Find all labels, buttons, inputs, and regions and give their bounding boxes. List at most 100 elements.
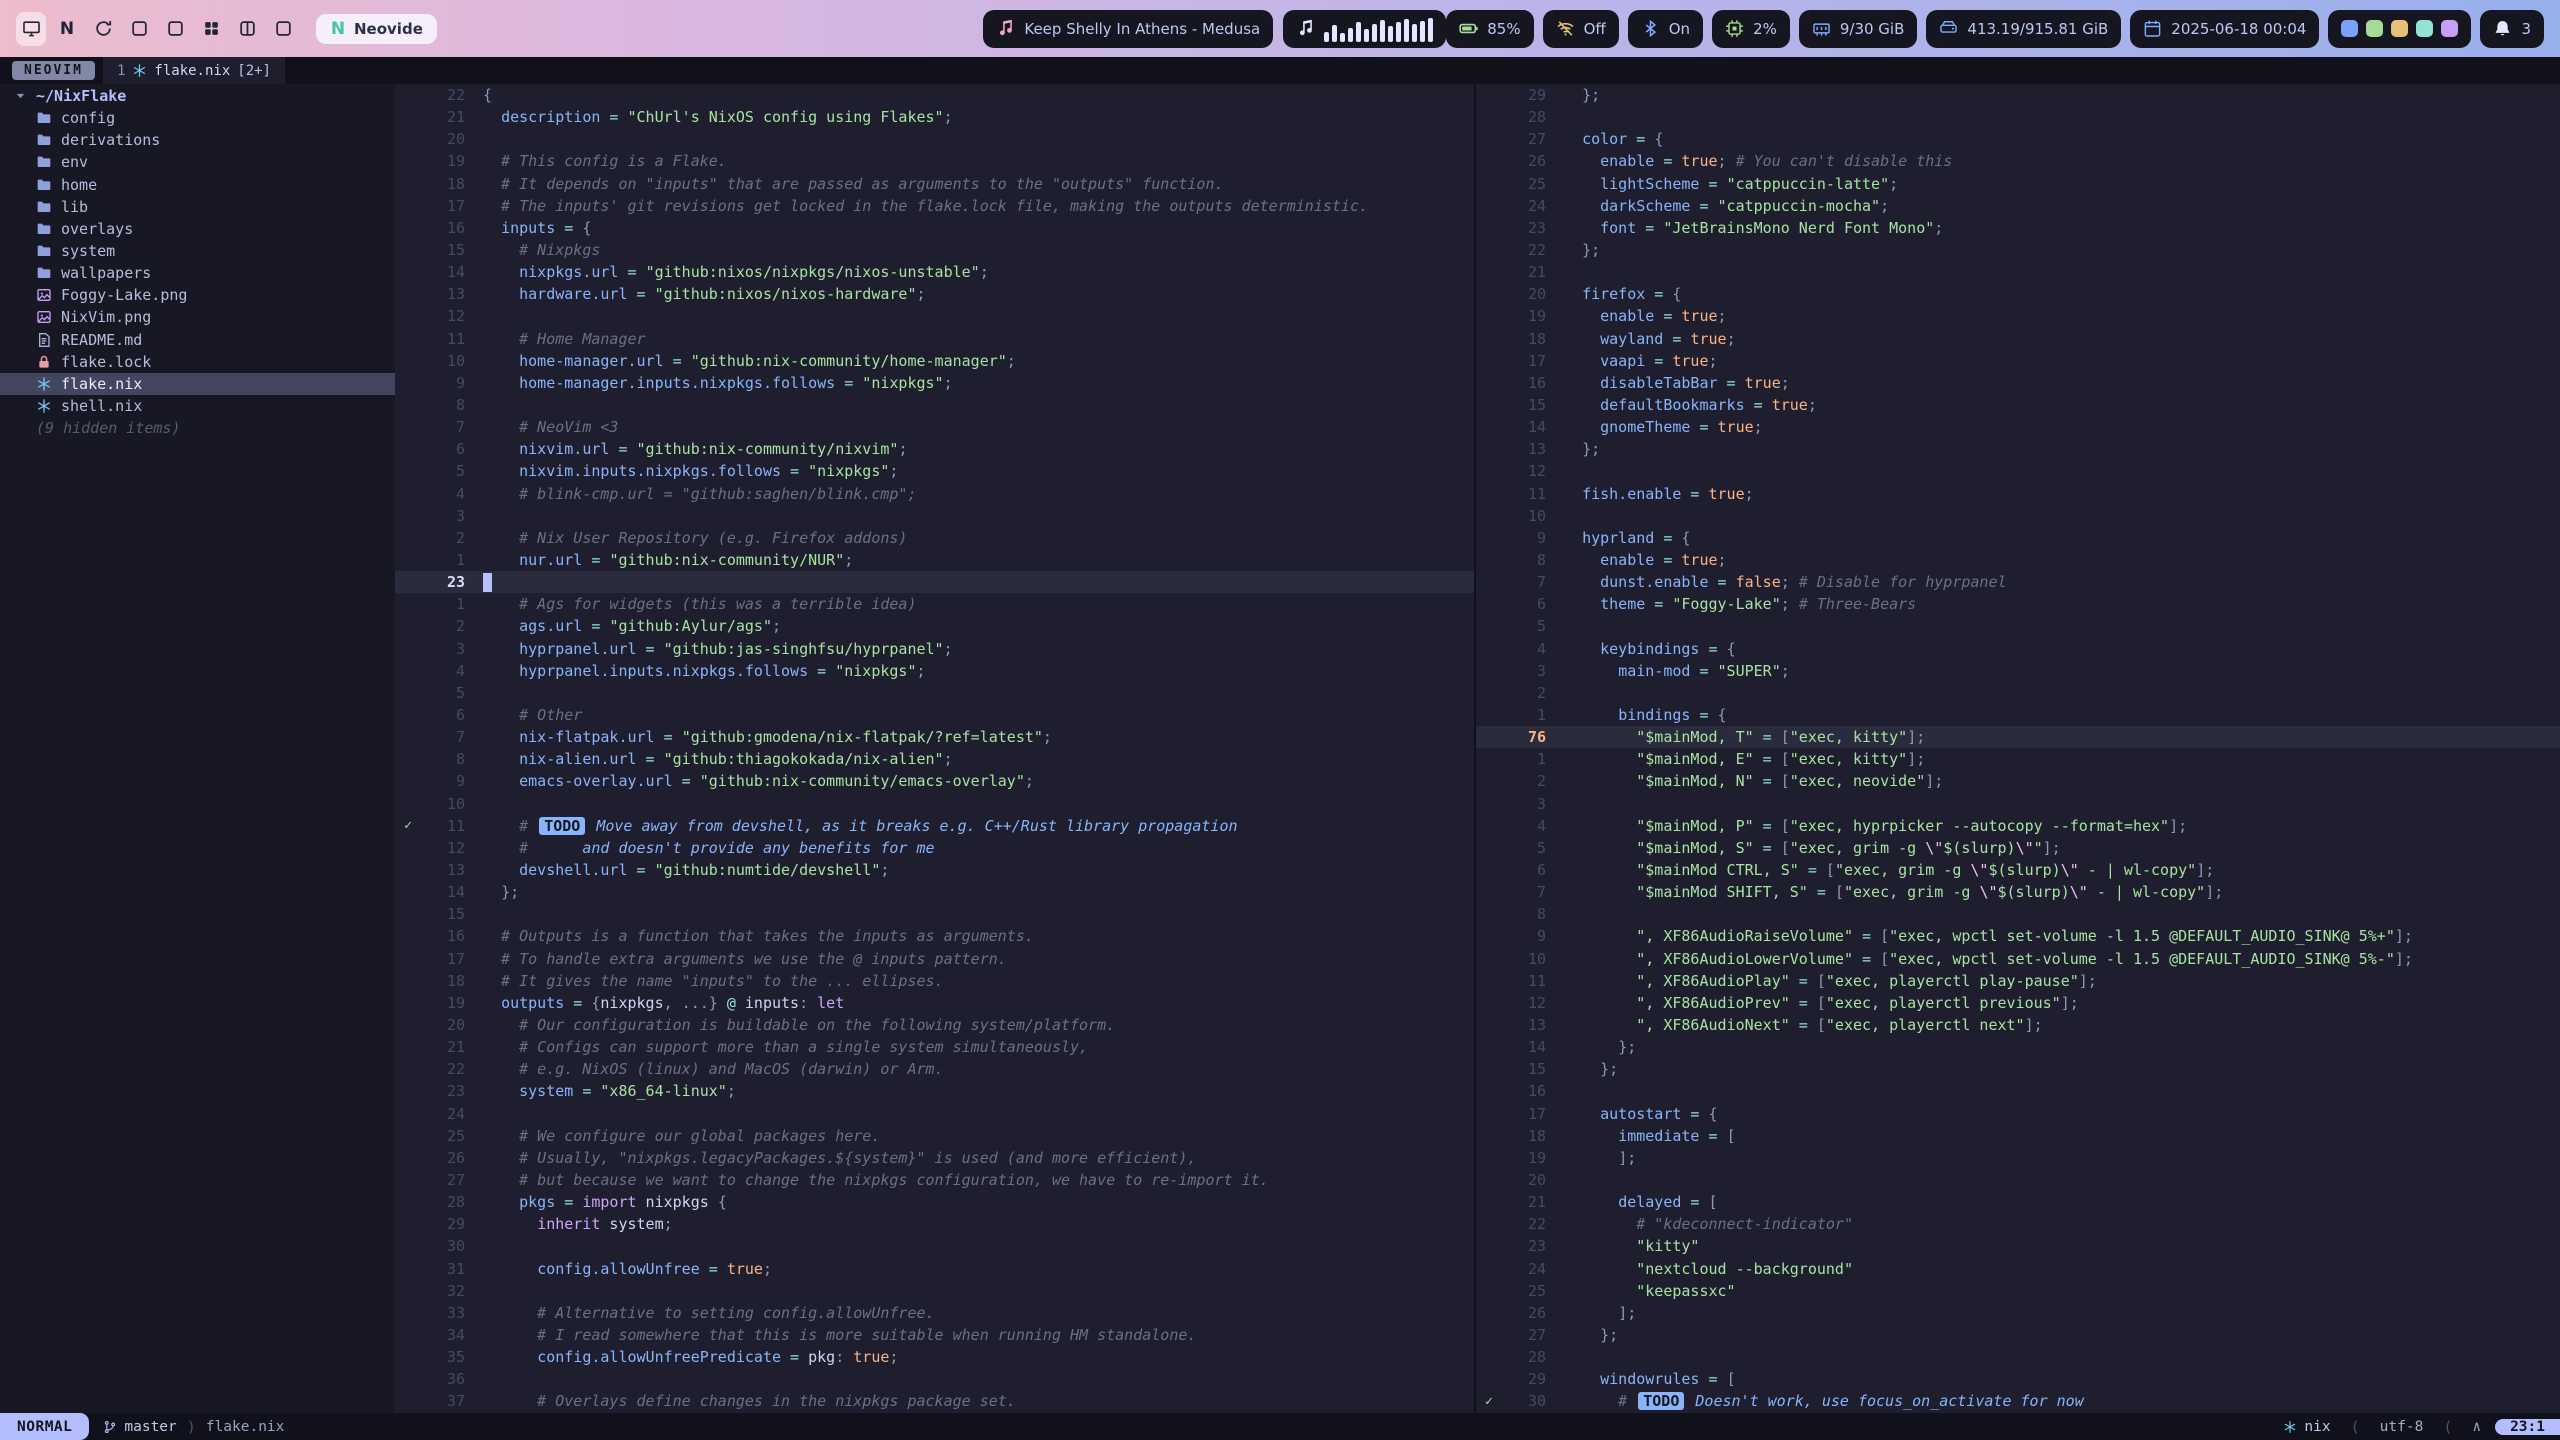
code-line[interactable]: 35 config.allowUnfreePredicate = pkg: tr… — [395, 1346, 1474, 1368]
tree-item-overlays[interactable]: overlays — [0, 218, 395, 240]
code-line[interactable]: 5 — [1476, 615, 2560, 637]
tab-flake-nix[interactable]: 1 flake.nix [2+] — [103, 57, 285, 84]
code-line[interactable]: 5 "$mainMod, S" = ["exec, grim -g \"$(sl… — [1476, 837, 2560, 859]
tree-item-system[interactable]: system — [0, 240, 395, 262]
code-line[interactable]: 19 ]; — [1476, 1147, 2560, 1169]
code-line[interactable]: 8 — [395, 394, 1474, 416]
tree-item-foggy-lake.png[interactable]: Foggy-Lake.png — [0, 284, 395, 306]
code-line[interactable]: 11 # Home Manager — [395, 328, 1474, 350]
code-line[interactable]: 25 # We configure our global packages he… — [395, 1125, 1474, 1147]
code-line[interactable]: 17 # The inputs' git revisions get locke… — [395, 195, 1474, 217]
network-chip[interactable]: Off — [1543, 10, 1619, 48]
git-branch[interactable]: master — [103, 1419, 176, 1435]
workspace-4[interactable] — [124, 12, 154, 46]
code-line[interactable]: 18 # It gives the name "inputs" to the .… — [395, 970, 1474, 992]
code-line[interactable]: 9 home-manager.inputs.nixpkgs.follows = … — [395, 372, 1474, 394]
battery-chip[interactable]: 85% — [1446, 10, 1533, 48]
code-line[interactable]: 6 theme = "Foggy-Lake"; # Three-Bears — [1476, 593, 2560, 615]
system-tray[interactable] — [2328, 10, 2471, 48]
code-line[interactable]: 10 home-manager.url = "github:nix-commun… — [395, 350, 1474, 372]
tree-item-config[interactable]: config — [0, 107, 395, 129]
code-line[interactable]: 11 ", XF86AudioPlay" = ["exec, playerctl… — [1476, 970, 2560, 992]
code-line[interactable]: 17 # To handle extra arguments we use th… — [395, 947, 1474, 969]
code-line[interactable]: 29 windowrules = [ — [1476, 1368, 2560, 1390]
code-line[interactable]: 12 — [395, 305, 1474, 327]
tray-1-icon[interactable] — [2341, 20, 2358, 37]
workspace-7[interactable] — [232, 12, 262, 46]
code-line[interactable]: 22 # "kdeconnect-indicator" — [1476, 1213, 2560, 1235]
code-line[interactable]: 27 color = { — [1476, 128, 2560, 150]
code-line[interactable]: 13 hardware.url = "github:nixos/nixos-ha… — [395, 283, 1474, 305]
code-line[interactable]: 5 — [395, 682, 1474, 704]
code-line[interactable]: 16 — [1476, 1080, 2560, 1102]
code-line[interactable]: 22{ — [395, 84, 1474, 106]
code-line[interactable]: 27 }; — [1476, 1324, 2560, 1346]
code-line[interactable]: 15 }; — [1476, 1058, 2560, 1080]
code-line[interactable]: 30 — [395, 1235, 1474, 1257]
code-line[interactable]: 24 — [395, 1102, 1474, 1124]
code-line[interactable]: 2 — [1476, 682, 2560, 704]
code-line[interactable]: 14 }; — [395, 881, 1474, 903]
workspace-3[interactable] — [88, 12, 118, 46]
tree-item-nixvim.png[interactable]: NixVim.png — [0, 306, 395, 328]
code-line[interactable]: 33 # Alternative to setting config.allow… — [395, 1302, 1474, 1324]
tree-item-flake.nix[interactable]: flake.nix — [0, 373, 395, 395]
clock-chip[interactable]: 2025-06-18 00:04 — [2130, 10, 2319, 48]
code-line[interactable]: 13 ", XF86AudioNext" = ["exec, playerctl… — [1476, 1014, 2560, 1036]
code-line[interactable]: 5 nixvim.inputs.nixpkgs.follows = "nixpk… — [395, 460, 1474, 482]
code-line[interactable]: 14 }; — [1476, 1036, 2560, 1058]
code-line[interactable]: 20 firefox = { — [1476, 283, 2560, 305]
code-line[interactable]: 22 # e.g. NixOS (linux) and MacOS (darwi… — [395, 1058, 1474, 1080]
code-line[interactable]: 9 ", XF86AudioRaiseVolume" = ["exec, wpc… — [1476, 925, 2560, 947]
tree-item-home[interactable]: home — [0, 174, 395, 196]
memory-chip[interactable]: 9/30 GiB — [1799, 10, 1918, 48]
code-line[interactable]: 9 hyprland = { — [1476, 527, 2560, 549]
code-line[interactable]: 13 devshell.url = "github:numtide/devshe… — [395, 859, 1474, 881]
code-line[interactable]: 37 # Overlays define changes in the nixp… — [395, 1390, 1474, 1412]
workspace-8[interactable] — [268, 12, 298, 46]
code-line[interactable]: 4 keybindings = { — [1476, 638, 2560, 660]
code-line[interactable]: 17 autostart = { — [1476, 1102, 2560, 1124]
code-line[interactable]: 7 # NeoVim <3 — [395, 416, 1474, 438]
code-line[interactable]: 24 "nextcloud --background" — [1476, 1257, 2560, 1279]
code-line[interactable]: 16 # Outputs is a function that takes th… — [395, 925, 1474, 947]
code-line[interactable]: 23 "kitty" — [1476, 1235, 2560, 1257]
code-line[interactable]: 15 # Nixpkgs — [395, 239, 1474, 261]
code-line[interactable]: 25 lightScheme = "catppuccin-latte"; — [1476, 173, 2560, 195]
code-line[interactable]: 6 nixvim.url = "github:nix-community/nix… — [395, 438, 1474, 460]
code-line[interactable]: 4 # blink-cmp.url = "github:saghen/blink… — [395, 483, 1474, 505]
code-line[interactable]: 28 pkgs = import nixpkgs { — [395, 1191, 1474, 1213]
code-line[interactable]: 22 }; — [1476, 239, 2560, 261]
code-line[interactable]: 21 # Configs can support more than a sin… — [395, 1036, 1474, 1058]
code-line[interactable]: 10 — [1476, 505, 2560, 527]
code-line[interactable]: 29 inherit system; — [395, 1213, 1474, 1235]
code-line[interactable]: 20 — [1476, 1169, 2560, 1191]
code-line[interactable]: 26 enable = true; # You can't disable th… — [1476, 150, 2560, 172]
code-line[interactable]: 23 system = "x86_64-linux"; — [395, 1080, 1474, 1102]
code-line[interactable]: 4 hyprpanel.inputs.nixpkgs.follows = "ni… — [395, 660, 1474, 682]
code-line[interactable]: 21 delayed = [ — [1476, 1191, 2560, 1213]
tree-item-shell.nix[interactable]: shell.nix — [0, 395, 395, 417]
code-line[interactable]: 4 "$mainMod, P" = ["exec, hyprpicker --a… — [1476, 815, 2560, 837]
code-line[interactable]: 23 — [395, 571, 1474, 593]
code-line[interactable]: 19 enable = true; — [1476, 305, 2560, 327]
tray-2-icon[interactable] — [2366, 20, 2383, 37]
code-line[interactable]: 12 # and doesn't provide any benefits fo… — [395, 837, 1474, 859]
code-line[interactable]: 34 # I read somewhere that this is more … — [395, 1324, 1474, 1346]
code-line[interactable]: 7 "$mainMod SHIFT, S" = ["exec, grim -g … — [1476, 881, 2560, 903]
tree-item-~/nixflake[interactable]: ~/NixFlake — [0, 85, 395, 107]
code-line[interactable]: 10 — [395, 793, 1474, 815]
code-line[interactable]: 7 dunst.enable = false; # Disable for hy… — [1476, 571, 2560, 593]
tree-item-readme.md[interactable]: README.md — [0, 329, 395, 351]
code-line[interactable]: 15 — [395, 903, 1474, 925]
code-line[interactable]: 21 description = "ChUrl's NixOS config u… — [395, 106, 1474, 128]
code-line[interactable]: 3 hyprpanel.url = "github:jas-singhfsu/h… — [395, 638, 1474, 660]
code-line[interactable]: ✓30 # TODO Doesn't work, use focus_on_ac… — [1476, 1390, 2560, 1412]
code-line[interactable]: 21 — [1476, 261, 2560, 283]
code-line[interactable]: 12 ", XF86AudioPrev" = ["exec, playerctl… — [1476, 992, 2560, 1014]
code-line[interactable]: 6 # Other — [395, 704, 1474, 726]
code-line[interactable]: 3 — [1476, 793, 2560, 815]
code-line[interactable]: 25 "keepassxc" — [1476, 1280, 2560, 1302]
code-line[interactable]: 8 — [1476, 903, 2560, 925]
tree-item-derivations[interactable]: derivations — [0, 129, 395, 151]
